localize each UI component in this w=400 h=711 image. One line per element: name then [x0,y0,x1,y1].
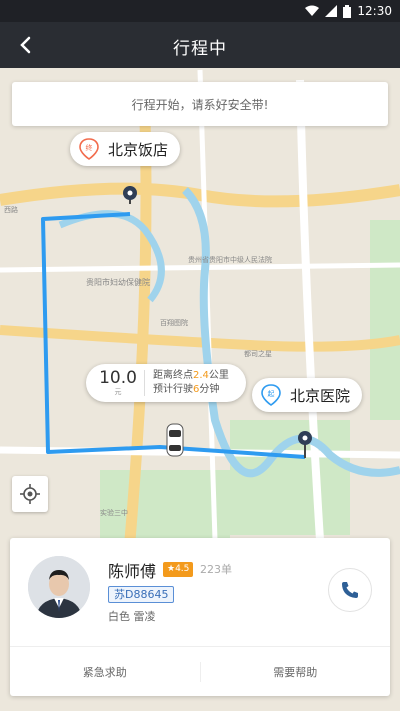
fare-display: 10.0 元 [98,369,138,397]
destination-bubble: 起 北京医院 [252,378,363,412]
order-count: 223单 [200,563,232,576]
distance-line: 距离终点2.4公里 [153,369,229,383]
driver-name: 陈师傅 [108,562,157,581]
license-plate: 苏D88645 [108,586,175,603]
card-actions: 紧急求助 需要帮助 [10,647,390,696]
eta-divider [144,370,145,396]
fare-unit: 元 [114,388,122,396]
locate-button[interactable] [12,476,48,512]
crosshair-icon [20,484,40,504]
origin-bubble: 终 北京饭店 [70,132,181,166]
safety-banner: 行程开始，请系好安全带! [12,82,388,126]
origin-label: 北京饭店 [108,140,169,159]
driver-avatar-icon [28,556,90,618]
map-place-label: 都司之星 [244,349,272,358]
location-pin-icon: 终 [79,138,99,160]
svg-text:终: 终 [86,143,93,152]
eta-info: 距离终点2.4公里 预计行驶6分钟 [153,369,229,397]
avatar [28,556,90,618]
location-pin-icon: 起 [261,384,281,406]
map-place-label: 百翔图院 [160,318,188,327]
safety-banner-text: 行程开始，请系好安全带! [131,97,269,112]
driver-card: 陈师傅 ★4.5 223单 苏D88645 白色 雷凌 紧急求助 需要帮助 [10,538,390,696]
eta-bubble: 10.0 元 距离终点2.4公里 预计行驶6分钟 [86,364,246,402]
time-line: 预计行驶6分钟 [153,383,229,397]
rating-badge: ★4.5 [163,562,194,577]
map-place-label: 西路 [4,205,18,214]
distance-unit: 公里 [208,370,229,381]
emergency-button[interactable]: 紧急求助 [10,664,200,680]
map-place-label: 实验三中 [100,508,128,517]
car-marker [166,423,184,457]
time-unit: 分钟 [199,384,220,395]
call-button[interactable] [328,568,372,612]
status-time: 12:30 [357,4,392,18]
svg-text:起: 起 [268,390,275,398]
status-bar: 12:30 [0,0,400,22]
map-place-label: 贵阳市妇幼保健院 [86,277,150,287]
phone-icon [342,582,358,598]
battery-icon [343,4,352,18]
map-place-label: 贵州省贵阳市中级人民法院 [188,255,272,264]
page-title: 行程中 [173,39,227,59]
signal-icon [325,5,338,17]
nav-bar: 行程中 [0,22,400,68]
time-prefix: 预计行驶 [153,384,193,395]
rating-value: 4.5 [175,564,190,574]
car-description: 白色 雷凌 [108,610,156,623]
distance-prefix: 距离终点 [153,370,193,381]
destination-label: 北京医院 [290,386,351,405]
status-icons: 12:30 [305,2,392,20]
distance-value: 2.4 [193,370,209,381]
wifi-icon [305,5,320,16]
help-button[interactable]: 需要帮助 [201,664,391,680]
fare-value: 10.0 [99,368,137,388]
